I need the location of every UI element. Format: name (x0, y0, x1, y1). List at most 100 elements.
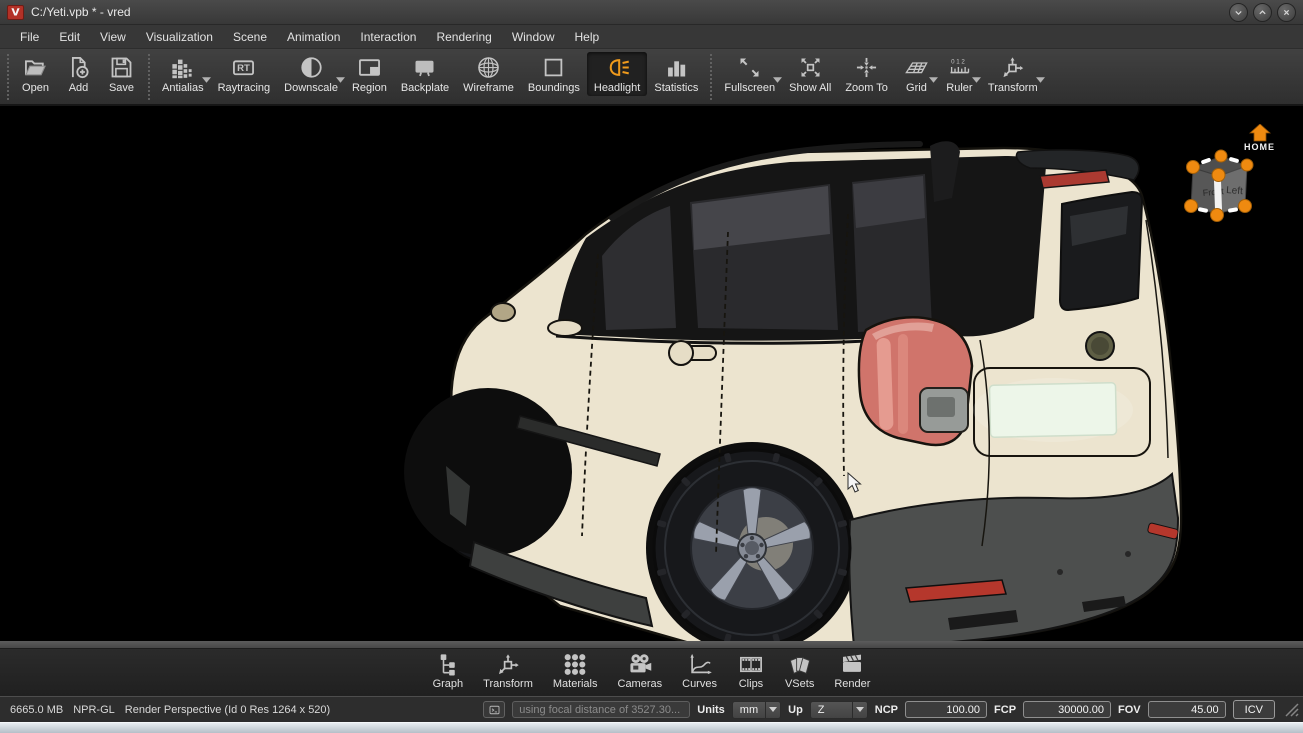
minimize-button[interactable] (1229, 2, 1248, 22)
toolbar-group-separator (148, 54, 150, 100)
dock-button-label: Cameras (617, 678, 663, 690)
toolbar-button-label: Region (351, 82, 387, 94)
chevron-up-icon (1259, 9, 1266, 14)
title-bar[interactable]: C:/Yeti.vpb * - vred (0, 0, 1303, 25)
toolbar-button-open[interactable]: Open (14, 52, 57, 96)
icv-button[interactable]: ICV (1232, 700, 1275, 719)
dock-button-cameras[interactable]: Cameras (610, 650, 671, 690)
menu-item-animation[interactable]: Animation (277, 27, 350, 47)
dropdown-arrow-icon[interactable] (765, 701, 780, 718)
dock-button-render[interactable]: Render (826, 650, 878, 690)
car-model-skoda-yeti (404, 141, 1183, 641)
navcube-left-label[interactable]: Left (1226, 185, 1244, 197)
toolbar-button-add[interactable]: Add (57, 52, 100, 96)
car-side-mirror (490, 302, 516, 322)
dock-button-materials[interactable]: Materials (545, 650, 606, 690)
window-bottom-edge (0, 722, 1303, 733)
menu-item-rendering[interactable]: Rendering (426, 27, 501, 47)
terminal-icon[interactable] (483, 701, 506, 718)
menu-item-window[interactable]: Window (502, 27, 565, 47)
toolbar-button-antialias[interactable]: Antialias (155, 52, 211, 96)
toolbar-button-show-all[interactable]: Show All (782, 52, 838, 96)
menu-item-visualization[interactable]: Visualization (136, 27, 223, 47)
toolbar-button-fullscreen[interactable]: Fullscreen (717, 52, 783, 96)
dropdown-arrow-icon[interactable] (201, 77, 211, 83)
up-axis-value: Z (817, 703, 825, 716)
toolbar-button-label: Downscale (284, 82, 338, 94)
svg-text:0 1 2: 0 1 2 (951, 59, 965, 66)
home-icon (1248, 124, 1271, 142)
transform-gizmo-icon (1003, 57, 1024, 78)
toolbar-button-zoom-to[interactable]: Zoom To (838, 52, 895, 96)
dock-button-label: Graph (432, 678, 464, 690)
units-dropdown[interactable]: mm (731, 700, 782, 719)
vred-logo-icon (7, 4, 24, 20)
menu-item-interaction[interactable]: Interaction (350, 27, 426, 47)
fcp-field[interactable] (1023, 701, 1112, 718)
viewport-splitter[interactable] (0, 641, 1303, 649)
units-label: Units (697, 703, 725, 716)
vred-application-window: C:/Yeti.vpb * - vred File Edit View Visuali… (0, 0, 1303, 733)
dropdown-arrow-icon[interactable] (851, 701, 867, 718)
antialias-icon (172, 59, 192, 79)
toolbar-button-downscale[interactable]: Downscale (277, 52, 345, 96)
dock-button-transform[interactable]: Transform (475, 650, 541, 690)
toolbar-button-label: Backplate (400, 82, 450, 94)
focal-distance-message[interactable] (512, 701, 691, 718)
dock-button-vsets[interactable]: VSets (777, 650, 822, 690)
fov-field[interactable] (1147, 701, 1226, 718)
toolbar-button-label: Zoom To (845, 82, 888, 94)
headlight-icon (609, 59, 629, 76)
region-icon (358, 59, 380, 76)
main-toolbar: Open Add Save Antialias RT Raytracing Downscal… (0, 49, 1303, 106)
dropdown-arrow-icon[interactable] (971, 77, 981, 83)
dock-button-label: VSets (784, 678, 815, 690)
dock-button-graph[interactable]: Graph (425, 650, 472, 690)
ncp-field[interactable] (905, 701, 988, 718)
fullscreen-arrows-icon (740, 58, 759, 77)
toolbar-button-backplate[interactable]: Backplate (394, 52, 456, 96)
backplate-icon (415, 60, 434, 77)
dropdown-arrow-icon[interactable] (928, 77, 938, 83)
render-info: Render Perspective (Id 0 Res 1264 x 520) (124, 703, 331, 716)
view-navigation-cube[interactable]: Front Left (1181, 148, 1259, 224)
menu-item-file[interactable]: File (10, 27, 49, 47)
maximize-button[interactable] (1253, 2, 1272, 22)
curves-icon (689, 653, 712, 675)
ruler-icon: 0 1 2 (950, 59, 970, 74)
menu-item-edit[interactable]: Edit (49, 27, 90, 47)
boundings-box-icon (545, 58, 563, 77)
mouse-cursor (847, 472, 862, 493)
resize-grip-icon[interactable] (1284, 702, 1299, 718)
toolbar-button-save[interactable]: Save (100, 52, 143, 96)
render-viewport[interactable]: HOME Front Left (0, 106, 1303, 641)
grid-plane-icon (905, 62, 928, 74)
raytracing-rt-icon: RT (233, 60, 255, 76)
menu-item-help[interactable]: Help (565, 27, 610, 47)
toolbar-button-region[interactable]: Region (345, 52, 394, 96)
dropdown-arrow-icon[interactable] (335, 77, 345, 83)
toolbar-button-wireframe[interactable]: Wireframe (456, 52, 521, 96)
toolbar-button-label: Show All (789, 82, 832, 94)
menu-item-view[interactable]: View (90, 27, 136, 47)
toolbar-button-ruler[interactable]: 0 1 2 Ruler (938, 52, 981, 96)
toolbar-button-boundings[interactable]: Boundings (521, 52, 587, 96)
module-dock: Graph Transform Materials Cameras Curves Clip… (0, 649, 1303, 696)
up-axis-dropdown[interactable]: Z (809, 700, 868, 719)
toolbar-button-grid[interactable]: Grid (895, 52, 938, 96)
toolbar-button-headlight[interactable]: Headlight (586, 52, 648, 96)
menu-item-scene[interactable]: Scene (223, 27, 277, 47)
dock-button-curves[interactable]: Curves (674, 650, 725, 690)
window-title: C:/Yeti.vpb * - vred (31, 5, 131, 19)
toolbar-button-transform[interactable]: Transform (981, 52, 1045, 96)
dropdown-arrow-icon[interactable] (773, 77, 783, 83)
toolbar-button-statistics[interactable]: Statistics (647, 52, 705, 96)
dropdown-arrow-icon[interactable] (1035, 77, 1045, 83)
close-button[interactable] (1277, 2, 1296, 22)
car-brand-badge (1085, 331, 1115, 361)
up-label: Up (788, 703, 803, 716)
toolbar-button-raytracing[interactable]: RT Raytracing (211, 52, 278, 96)
dock-button-clips[interactable]: Clips (729, 650, 773, 690)
units-value: mm (739, 703, 759, 716)
status-controls: Units mm Up Z NCP FCP FOV ICV (483, 700, 1299, 719)
